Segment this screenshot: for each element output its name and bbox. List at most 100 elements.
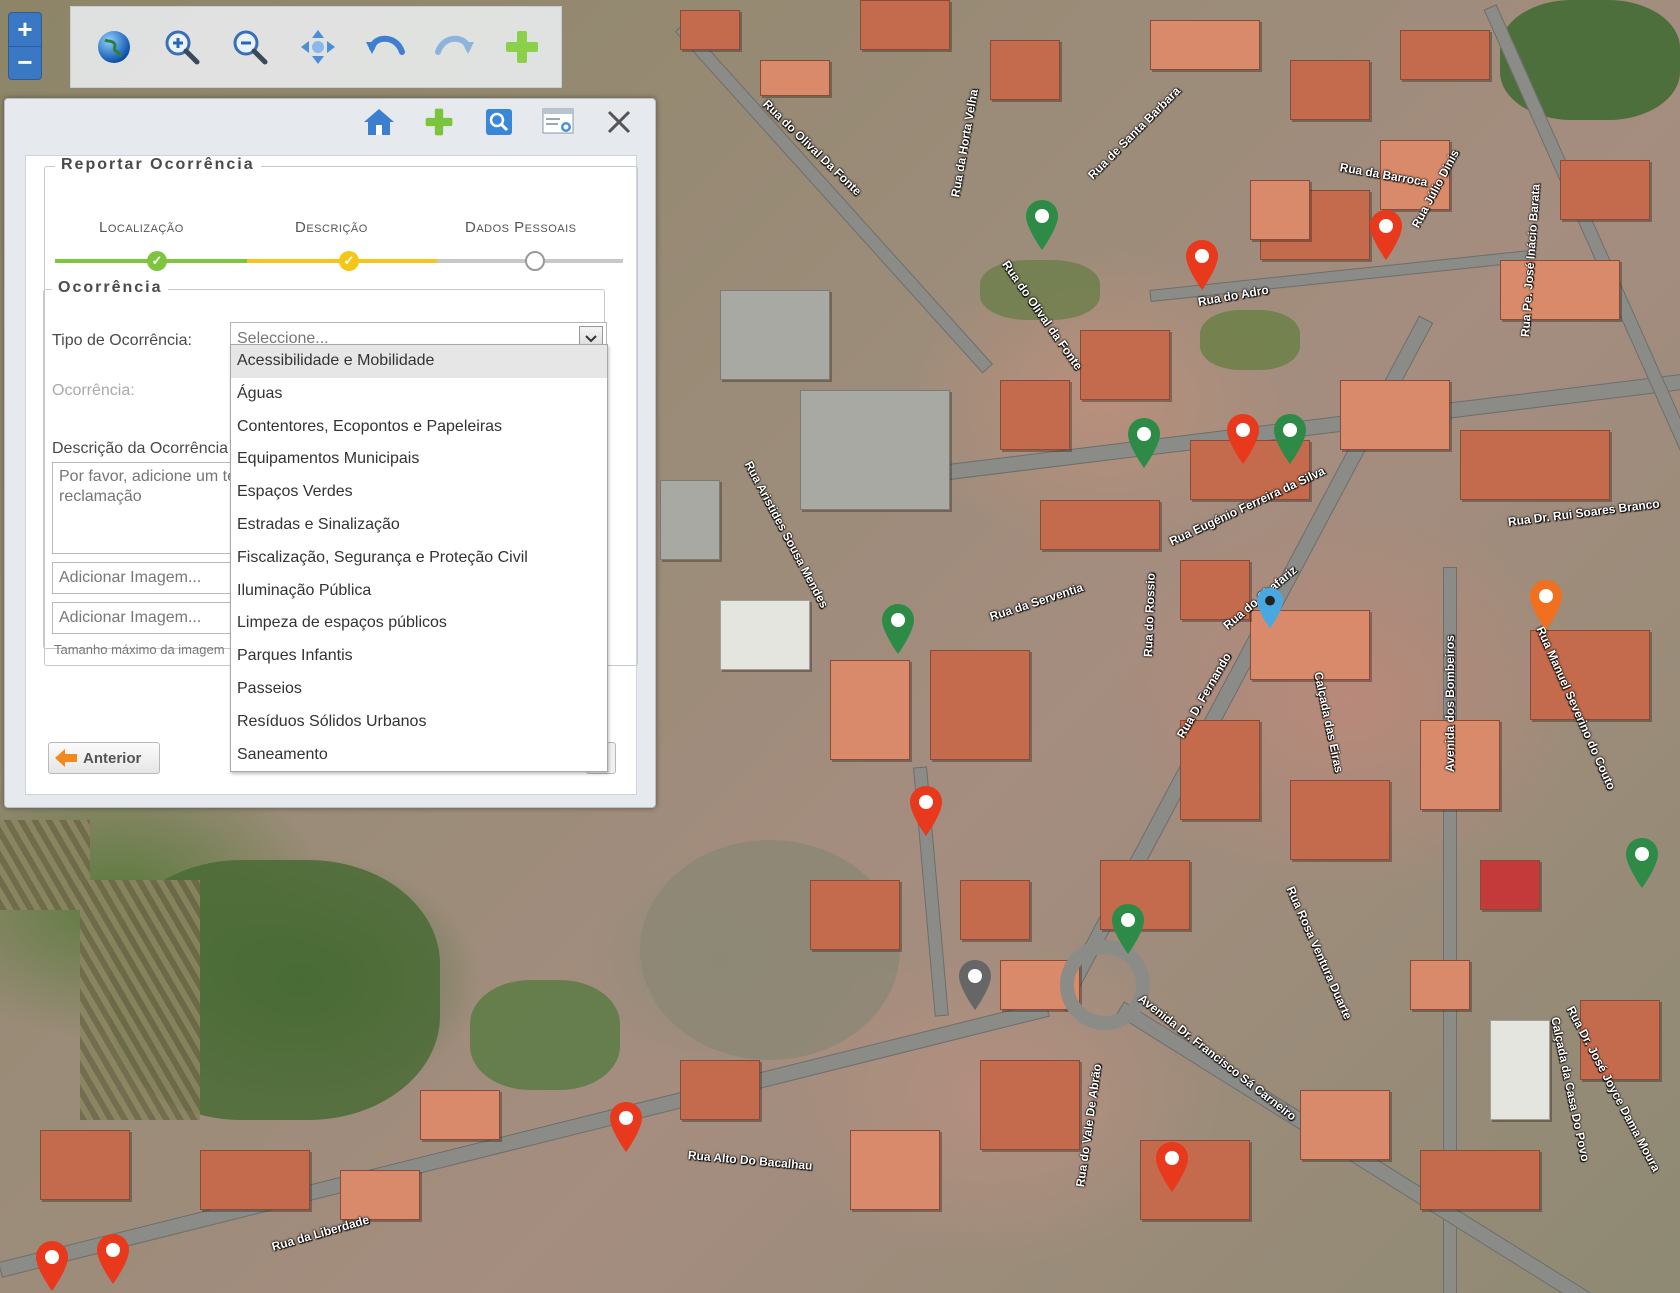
description-label: Descrição da Ocorrência — [52, 440, 229, 457]
street-label: Rua da Serventia — [987, 580, 1085, 624]
map-marker-red[interactable] — [908, 784, 944, 838]
map-toolbar — [70, 6, 562, 88]
search-button[interactable] — [481, 104, 517, 140]
building — [1300, 1090, 1390, 1160]
step-label-description: Descrição — [295, 219, 368, 236]
map-marker-green[interactable] — [880, 602, 916, 656]
undo-button[interactable] — [365, 26, 407, 68]
map-marker-green[interactable] — [1272, 412, 1308, 466]
map-marker-red[interactable] — [608, 1100, 644, 1154]
street-label: Rua da Horta Velha — [948, 88, 981, 199]
list-search-button[interactable] — [541, 104, 577, 140]
vegetation-area — [470, 980, 620, 1090]
street-label: Rua Rosa Ventura Duarte — [1283, 884, 1355, 1022]
building — [340, 1170, 420, 1220]
building — [930, 650, 1030, 760]
building — [1420, 1150, 1540, 1210]
undo-icon — [366, 35, 405, 55]
zoom-out-tool-button[interactable] — [229, 26, 271, 68]
map-marker-green[interactable] — [1126, 416, 1162, 470]
occurrence-label: Ocorrência: — [52, 382, 135, 399]
previous-button-label: Anterior — [83, 749, 142, 767]
list-search-icon — [542, 108, 574, 134]
building — [420, 1090, 500, 1140]
building — [980, 1060, 1080, 1150]
pan-icon — [301, 30, 335, 64]
full-extent-button[interactable] — [93, 26, 135, 68]
dropdown-option[interactable]: Contentores, Ecopontos e Papeleiras — [231, 411, 607, 444]
zoom-in-icon — [165, 30, 200, 65]
close-button[interactable] — [601, 104, 637, 140]
map-marker-red[interactable] — [1225, 412, 1261, 466]
building — [660, 480, 720, 560]
map-marker-orange[interactable] — [1528, 578, 1564, 632]
zoom-control: + − — [8, 12, 42, 80]
add-occurrence-tool-button[interactable] — [501, 26, 543, 68]
street-label: Rua de Santa Barbara — [1085, 83, 1184, 182]
max-image-size-hint: Tamanho máximo da imagem — [54, 642, 225, 657]
dropdown-option[interactable]: Iluminação Pública — [231, 575, 607, 608]
building — [1480, 860, 1540, 910]
building — [830, 660, 910, 760]
street-label: Rua do Rossio — [1141, 572, 1158, 658]
street-label: Calçada das Eiras — [1311, 670, 1347, 774]
dropdown-option[interactable]: Estradas e Sinalização — [231, 509, 607, 542]
dropdown-option[interactable]: Passeios — [231, 673, 607, 706]
building — [1080, 330, 1170, 400]
zoom-out-button[interactable]: − — [9, 47, 41, 80]
home-icon — [364, 109, 394, 135]
dropdown-option[interactable]: Águas — [231, 378, 607, 411]
building — [810, 880, 900, 950]
dropdown-option[interactable]: Acessibilidade e Mobilidade — [231, 345, 607, 378]
dropdown-option[interactable]: Limpeza de espaços públicos — [231, 607, 607, 640]
dropdown-option[interactable]: Resíduos Sólidos Urbanos — [231, 706, 607, 739]
map-marker-red[interactable] — [1154, 1140, 1190, 1194]
add-icon — [506, 31, 538, 63]
map-marker-red[interactable] — [1368, 208, 1404, 262]
building — [1000, 380, 1070, 450]
zoom-out-icon — [233, 30, 268, 65]
hill-area — [640, 840, 900, 1060]
step-label-location: Localização — [99, 219, 184, 236]
map-marker-green[interactable] — [1110, 902, 1146, 956]
map-marker-green[interactable] — [1024, 198, 1060, 252]
step-done-check-icon: ✓ — [147, 251, 167, 271]
zoom-in-button[interactable]: + — [9, 13, 41, 47]
map-marker-green[interactable] — [1624, 836, 1660, 890]
dropdown-option[interactable]: Fiscalização, Segurança e Proteção Civil — [231, 542, 607, 575]
field-area — [80, 880, 200, 1120]
step-label-personal-data: Dados Pessoais — [465, 219, 577, 236]
redo-button[interactable] — [433, 26, 475, 68]
building — [720, 600, 810, 670]
map-marker-red[interactable] — [34, 1239, 70, 1293]
step-done-check-icon: ✓ — [339, 251, 359, 271]
building — [1400, 30, 1490, 80]
map-marker-red[interactable] — [1184, 238, 1220, 292]
map-marker-red[interactable] — [95, 1232, 131, 1286]
street-label: Rua da Liberdade — [270, 1212, 371, 1254]
map-marker-grey[interactable] — [957, 958, 993, 1012]
dropdown-option[interactable]: Equipamentos Municipais — [231, 443, 607, 476]
street-label: Rua Dr. Rui Soares Branco — [1507, 496, 1661, 529]
zoom-in-tool-button[interactable] — [161, 26, 203, 68]
building — [1290, 60, 1370, 120]
building — [1150, 20, 1260, 70]
dropdown-option[interactable]: Espaços Verdes — [231, 476, 607, 509]
section-title: Ocorrência — [52, 279, 169, 297]
dropdown-option[interactable]: Saneamento — [231, 739, 607, 772]
home-button[interactable] — [361, 104, 397, 140]
building — [860, 0, 950, 50]
building — [1340, 380, 1450, 450]
school-building — [800, 390, 950, 510]
previous-button[interactable]: Anterior — [48, 742, 160, 774]
map-marker-blue[interactable] — [1255, 586, 1285, 630]
pan-tool-button[interactable] — [297, 26, 339, 68]
arrow-left-icon — [55, 749, 77, 767]
building — [200, 1150, 310, 1210]
building — [1290, 780, 1390, 860]
building — [1250, 180, 1310, 240]
new-report-button[interactable] — [421, 104, 457, 140]
building — [40, 1130, 130, 1200]
dropdown-option[interactable]: Parques Infantis — [231, 640, 607, 673]
building — [1500, 260, 1620, 320]
